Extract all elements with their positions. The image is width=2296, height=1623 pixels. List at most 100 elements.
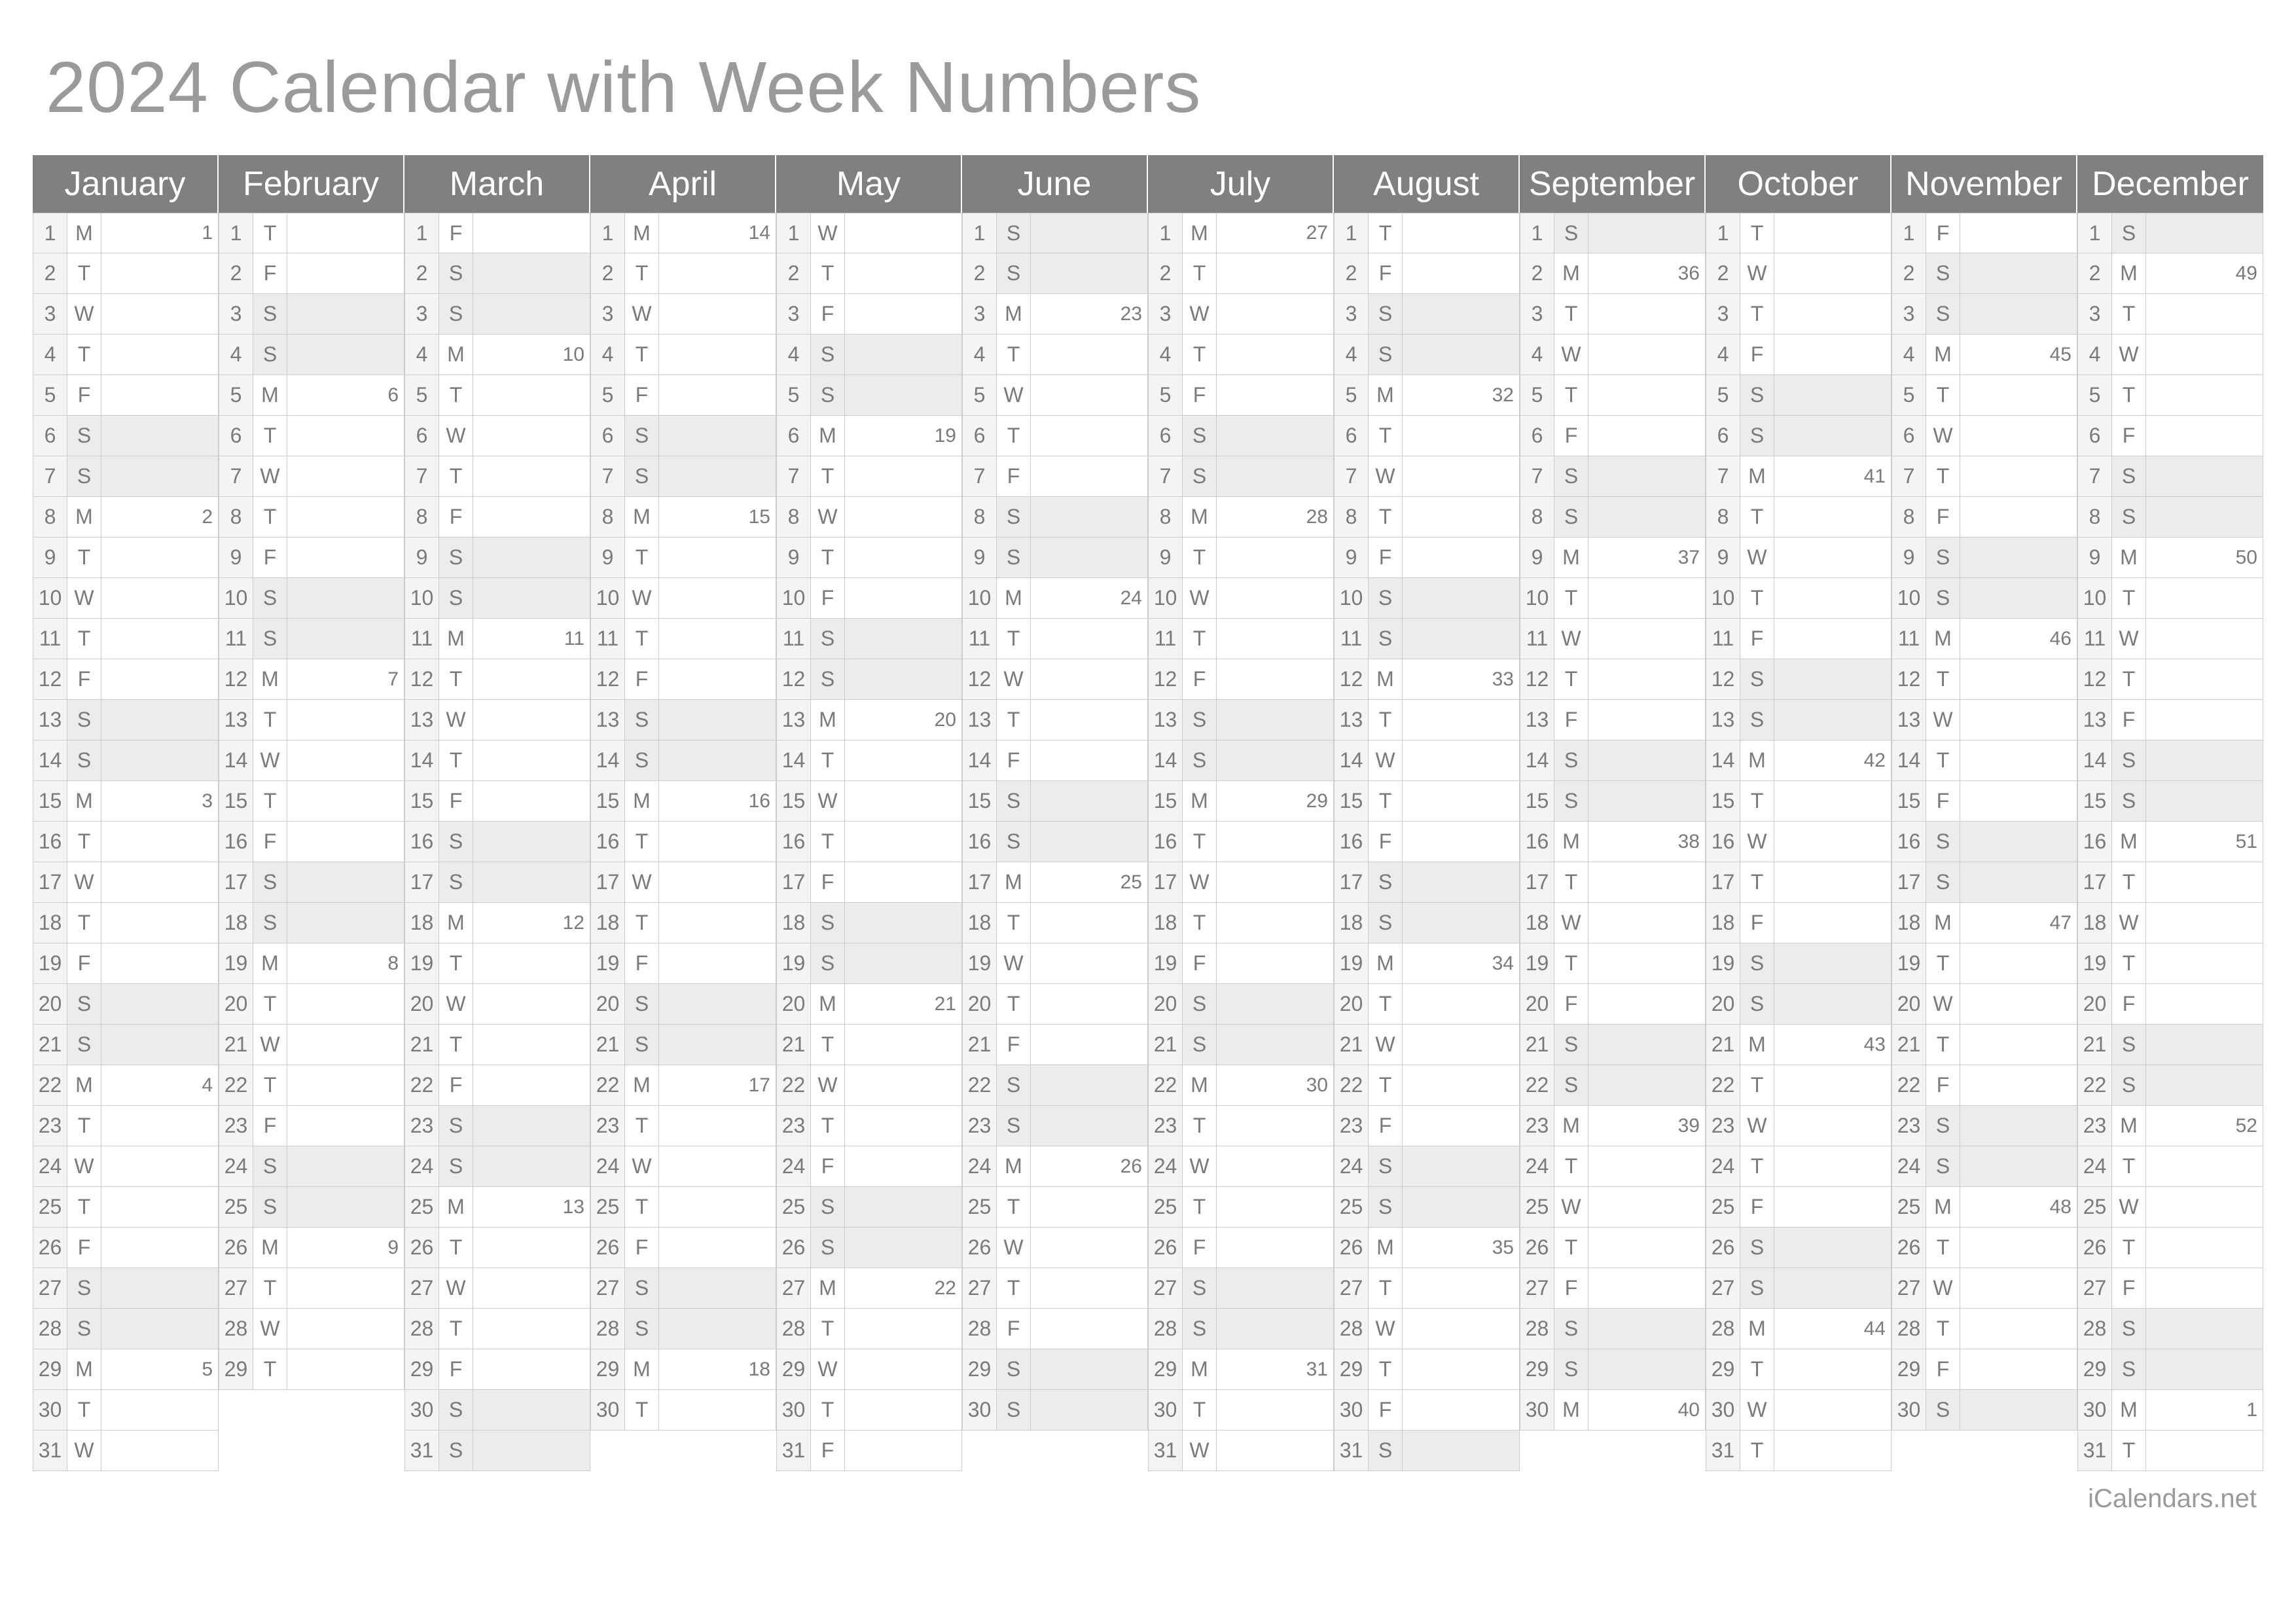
day-row: 12T <box>404 659 590 700</box>
day-row: 4T <box>1148 335 1334 375</box>
day-row: 20T <box>219 984 404 1025</box>
day-number: 28 <box>963 1309 997 1349</box>
day-of-week: T <box>2112 943 2146 983</box>
day-row: 28M44 <box>1706 1309 1892 1349</box>
week-number <box>287 253 404 293</box>
day-row: 6S <box>1706 416 1892 456</box>
day-of-week: T <box>1554 862 1588 902</box>
week-number <box>287 456 404 496</box>
week-number <box>473 862 590 902</box>
week-number <box>845 213 961 253</box>
week-number <box>1588 456 1705 496</box>
day-row: 28S <box>590 1309 776 1349</box>
week-number <box>845 253 961 293</box>
week-number <box>473 1349 590 1389</box>
day-number: 29 <box>963 1349 997 1389</box>
day-of-week: M <box>439 335 473 374</box>
day-row: 10W <box>33 578 219 619</box>
week-number <box>287 538 404 577</box>
day-row: 17W <box>1148 862 1334 903</box>
day-number: 20 <box>591 984 625 1024</box>
day-of-week: T <box>253 1065 287 1105</box>
week-number <box>1960 984 2077 1024</box>
day-of-week: S <box>997 538 1031 577</box>
day-of-week: W <box>1554 1187 1588 1227</box>
day-of-week: S <box>811 659 845 699</box>
week-number <box>473 1268 590 1308</box>
day-number: 13 <box>1149 700 1183 740</box>
day-of-week: F <box>439 1349 473 1389</box>
week-number: 52 <box>2146 1106 2263 1146</box>
day-row: 22S <box>2077 1065 2263 1106</box>
day-of-week: M <box>811 984 845 1024</box>
day-number: 27 <box>1892 1268 1926 1308</box>
day-number: 1 <box>33 213 67 253</box>
week-number <box>2146 294 2263 334</box>
week-number <box>473 1228 590 1267</box>
day-number: 7 <box>33 456 67 496</box>
day-number: 27 <box>777 1268 811 1308</box>
day-number: 24 <box>33 1146 67 1186</box>
day-row: 7M41 <box>1706 456 1892 497</box>
day-number: 15 <box>2078 781 2112 821</box>
day-row: 1T <box>1334 213 1520 253</box>
day-row: 22M4 <box>33 1065 219 1106</box>
day-of-week: W <box>625 862 659 902</box>
week-number <box>1960 294 2077 334</box>
day-number: 18 <box>33 903 67 943</box>
day-row: 3T <box>1706 294 1892 335</box>
day-of-week: W <box>1183 1146 1217 1186</box>
day-number: 9 <box>1149 538 1183 577</box>
day-number: 28 <box>1335 1309 1369 1349</box>
day-row: 17T <box>1520 862 1706 903</box>
day-row: 19T <box>404 943 590 984</box>
day-row: 6T <box>962 416 1148 456</box>
week-number <box>845 781 961 821</box>
week-number <box>659 1309 776 1349</box>
day-of-week: S <box>1369 903 1403 943</box>
week-number <box>1960 943 2077 983</box>
day-row: 19F <box>1148 943 1334 984</box>
day-of-week: M <box>625 1349 659 1389</box>
day-number: 11 <box>1149 619 1183 659</box>
day-row: 23T <box>1148 1106 1334 1146</box>
day-number: 31 <box>2078 1431 2112 1470</box>
week-number <box>473 253 590 293</box>
day-row: 2S <box>404 253 590 294</box>
day-row: 8S <box>1520 497 1706 538</box>
week-number <box>287 862 404 902</box>
day-of-week: S <box>997 822 1031 862</box>
day-row: 25S <box>1334 1187 1520 1228</box>
day-row: 14S <box>1520 740 1706 781</box>
day-number: 30 <box>1335 1390 1369 1430</box>
day-row: 30M40 <box>1520 1390 1706 1431</box>
week-number <box>287 781 404 821</box>
week-number <box>1960 213 2077 253</box>
week-number <box>1217 822 1333 862</box>
day-number: 17 <box>1520 862 1554 902</box>
day-number: 9 <box>1335 538 1369 577</box>
day-number: 26 <box>1520 1228 1554 1267</box>
week-number <box>2146 1187 2263 1227</box>
week-number <box>2146 740 2263 780</box>
day-number: 19 <box>1520 943 1554 983</box>
day-row: 11S <box>776 619 962 659</box>
day-of-week: F <box>1740 335 1774 374</box>
week-number <box>1403 538 1519 577</box>
day-of-week: W <box>1740 538 1774 577</box>
day-number: 11 <box>1335 619 1369 659</box>
week-number <box>101 294 218 334</box>
day-of-week: T <box>625 903 659 943</box>
day-number: 14 <box>1520 740 1554 780</box>
day-row: 11F <box>1706 619 1892 659</box>
day-row: 11T <box>590 619 776 659</box>
day-number: 4 <box>591 335 625 374</box>
day-of-week: T <box>997 700 1031 740</box>
day-of-week: T <box>1926 1228 1960 1267</box>
week-number <box>1774 213 1891 253</box>
day-number: 30 <box>1892 1390 1926 1430</box>
day-of-week: T <box>1926 659 1960 699</box>
day-row: 20F <box>2077 984 2263 1025</box>
day-of-week: W <box>67 578 101 618</box>
day-row: 16M51 <box>2077 822 2263 862</box>
